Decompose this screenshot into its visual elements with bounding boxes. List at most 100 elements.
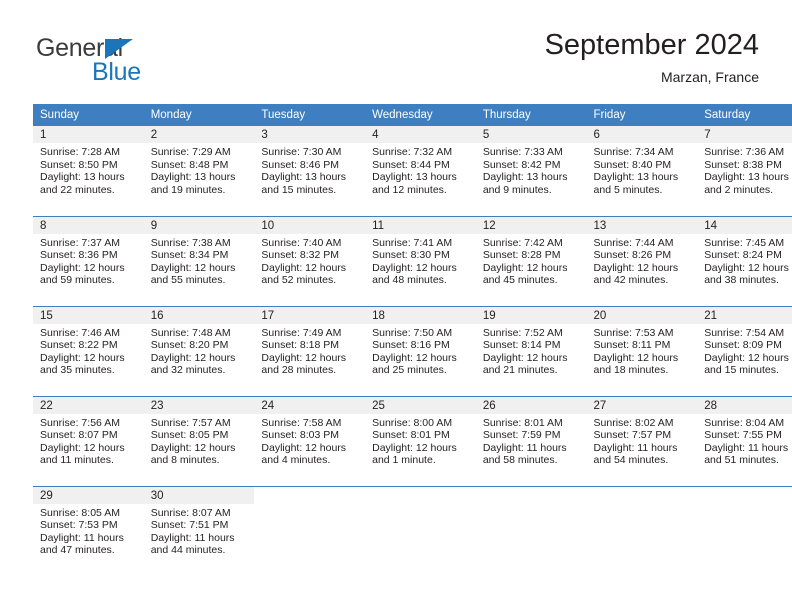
day-details: Sunrise: 7:29 AM Sunset: 8:48 PM Daylight:…: [144, 143, 255, 196]
sunrise-text: Sunrise: 7:41 AM: [372, 236, 453, 249]
daylight-text: Daylight: 12 hours and 21 minutes.: [482, 351, 568, 377]
day-number: 14: [697, 216, 792, 234]
calendar-week-row: 1 Sunrise: 7:28 AM Sunset: 8:50 PM Daylight…: [33, 126, 792, 216]
sunset-text: Sunset: 7:55 PM: [704, 429, 782, 442]
day-number: 24: [254, 396, 366, 414]
calendar-day-cell[interactable]: 28 Sunrise: 8:04 AM Sunset: 7:55 PM Dayligh…: [697, 395, 792, 486]
day-number: 5: [475, 126, 587, 143]
day-number: 3: [254, 126, 366, 143]
sunrise-text: Sunrise: 8:02 AM: [593, 416, 674, 429]
calendar-day-cell-empty: [365, 485, 476, 576]
sunset-text: Sunset: 8:42 PM: [482, 158, 561, 171]
day-number: 27: [586, 396, 698, 414]
calendar-day-cell[interactable]: 19 Sunrise: 7:52 AM Sunset: 8:14 PM Dayligh…: [475, 305, 587, 396]
day-number: 26: [475, 396, 587, 414]
day-details: Sunrise: 7:52 AM Sunset: 8:14 PM Daylight:…: [476, 324, 587, 377]
calendar-day-cell[interactable]: 21 Sunrise: 7:54 AM Sunset: 8:09 PM Dayligh…: [697, 305, 792, 396]
daylight-text: Daylight: 12 hours and 15 minutes.: [704, 351, 789, 377]
calendar-day-cell[interactable]: 10 Sunrise: 7:40 AM Sunset: 8:32 PM Dayligh…: [254, 215, 366, 306]
calendar-day-cell[interactable]: 1 Sunrise: 7:28 AM Sunset: 8:50 PM Daylight…: [33, 126, 144, 216]
triangle-icon: [105, 39, 133, 59]
calendar-table: Sunday Monday Tuesday Wednesday Thursday…: [33, 104, 792, 576]
sunrise-text: Sunrise: 7:30 AM: [261, 146, 342, 158]
calendar-day-cell[interactable]: 23 Sunrise: 7:57 AM Sunset: 8:05 PM Dayligh…: [143, 395, 255, 486]
calendar-day-cell[interactable]: 24 Sunrise: 7:58 AM Sunset: 8:03 PM Dayligh…: [254, 395, 366, 486]
day-number: 13: [586, 216, 698, 234]
calendar-day-cell[interactable]: 5 Sunrise: 7:33 AM Sunset: 8:42 PM Daylight…: [475, 126, 587, 216]
calendar-day-cell[interactable]: 15 Sunrise: 7:46 AM Sunset: 8:22 PM Dayligh…: [33, 305, 144, 396]
calendar-day-cell[interactable]: 4 Sunrise: 7:32 AM Sunset: 8:44 PM Daylight…: [365, 126, 476, 216]
calendar-day-cell[interactable]: 14 Sunrise: 7:45 AM Sunset: 8:24 PM Dayligh…: [697, 215, 792, 306]
calendar-day-cell[interactable]: 11 Sunrise: 7:41 AM Sunset: 8:30 PM Dayligh…: [365, 215, 476, 306]
calendar-day-cell[interactable]: 3 Sunrise: 7:30 AM Sunset: 8:46 PM Daylight…: [254, 126, 366, 216]
calendar-day-cell[interactable]: 26 Sunrise: 8:01 AM Sunset: 7:59 PM Dayligh…: [475, 395, 587, 486]
sunrise-text: Sunrise: 7:28 AM: [40, 146, 120, 158]
sunset-text: Sunset: 8:26 PM: [593, 249, 672, 262]
daylight-text: Daylight: 12 hours and 32 minutes.: [150, 351, 236, 377]
calendar-day-cell[interactable]: 17 Sunrise: 7:49 AM Sunset: 8:18 PM Dayligh…: [254, 305, 366, 396]
daylight-text: Daylight: 11 hours and 47 minutes.: [40, 531, 124, 557]
day-details: Sunrise: 7:57 AM Sunset: 8:05 PM Daylight:…: [144, 414, 255, 467]
calendar-day-cell[interactable]: 22 Sunrise: 7:56 AM Sunset: 8:07 PM Dayligh…: [33, 395, 144, 486]
calendar-day-cell[interactable]: 13 Sunrise: 7:44 AM Sunset: 8:26 PM Dayligh…: [586, 215, 698, 306]
calendar-day-cell[interactable]: 30 Sunrise: 8:07 AM Sunset: 7:51 PM Dayligh…: [143, 485, 255, 576]
calendar-day-cell-empty: [475, 485, 587, 576]
sunset-text: Sunset: 8:03 PM: [261, 429, 340, 442]
calendar-day-cell[interactable]: 25 Sunrise: 8:00 AM Sunset: 8:01 PM Dayligh…: [365, 395, 476, 486]
day-number: 12: [475, 216, 587, 234]
day-number: 19: [475, 306, 587, 324]
calendar-day-cell[interactable]: 20 Sunrise: 7:53 AM Sunset: 8:11 PM Dayligh…: [586, 305, 698, 396]
weekday-header-thursday: Thursday: [475, 104, 587, 126]
sunrise-text: Sunrise: 7:42 AM: [482, 236, 563, 249]
generalblue-logo[interactable]: General Blue: [33, 34, 233, 92]
calendar-day-cell[interactable]: 29 Sunrise: 8:05 AM Sunset: 7:53 PM Dayligh…: [33, 485, 144, 576]
daylight-text: Daylight: 12 hours and 25 minutes.: [372, 351, 457, 377]
daylight-text: Daylight: 11 hours and 51 minutes.: [704, 441, 789, 467]
day-details: Sunrise: 7:53 AM Sunset: 8:11 PM Daylight:…: [587, 324, 698, 377]
calendar-day-cell[interactable]: 27 Sunrise: 8:02 AM Sunset: 7:57 PM Dayligh…: [586, 395, 698, 486]
daylight-text: Daylight: 13 hours and 22 minutes.: [40, 171, 125, 196]
day-details: Sunrise: 7:40 AM Sunset: 8:32 PM Daylight:…: [254, 234, 365, 287]
daylight-text: Daylight: 12 hours and 48 minutes.: [372, 261, 457, 287]
day-number: 4: [365, 126, 476, 143]
daylight-text: Daylight: 12 hours and 45 minutes.: [482, 261, 568, 287]
calendar-day-cell[interactable]: 16 Sunrise: 7:48 AM Sunset: 8:20 PM Dayligh…: [143, 305, 255, 396]
calendar-day-cell[interactable]: 9 Sunrise: 7:38 AM Sunset: 8:34 PM Daylight…: [143, 215, 255, 306]
daylight-text: Daylight: 12 hours and 4 minutes.: [261, 441, 347, 467]
weekday-header-monday: Monday: [143, 104, 255, 126]
sunset-text: Sunset: 8:07 PM: [40, 429, 118, 442]
day-number: [476, 487, 587, 504]
sunset-text: Sunset: 7:57 PM: [593, 429, 672, 442]
sunrise-text: Sunrise: 7:32 AM: [372, 146, 453, 158]
sunset-text: Sunset: 8:32 PM: [261, 249, 340, 262]
day-details: Sunrise: 7:36 AM Sunset: 8:38 PM Daylight:…: [697, 143, 792, 196]
sunrise-text: Sunrise: 7:57 AM: [150, 416, 231, 429]
day-details: Sunrise: 7:48 AM Sunset: 8:20 PM Daylight:…: [144, 324, 255, 377]
weekday-header-wednesday: Wednesday: [365, 104, 476, 126]
daylight-text: Daylight: 12 hours and 59 minutes.: [40, 261, 125, 287]
sunrise-text: Sunrise: 7:33 AM: [482, 146, 563, 158]
sunset-text: Sunset: 7:59 PM: [482, 429, 561, 442]
calendar-day-cell[interactable]: 7 Sunrise: 7:36 AM Sunset: 8:38 PM Daylight…: [697, 126, 792, 216]
daylight-text: Daylight: 12 hours and 38 minutes.: [704, 261, 789, 287]
day-number: 2: [143, 126, 255, 143]
day-number: [587, 487, 698, 504]
calendar-day-cell[interactable]: 6 Sunrise: 7:34 AM Sunset: 8:40 PM Daylight…: [586, 126, 698, 216]
sunset-text: Sunset: 8:09 PM: [704, 339, 782, 352]
calendar-day-cell[interactable]: 2 Sunrise: 7:29 AM Sunset: 8:48 PM Daylight…: [143, 126, 255, 216]
sunrise-text: Sunrise: 8:07 AM: [150, 506, 231, 519]
sunset-text: Sunset: 8:01 PM: [372, 429, 450, 442]
day-details: Sunrise: 7:54 AM Sunset: 8:09 PM Daylight:…: [697, 324, 792, 377]
daylight-text: Daylight: 11 hours and 58 minutes.: [482, 441, 567, 467]
day-number: 18: [365, 306, 476, 324]
daylight-text: Daylight: 13 hours and 9 minutes.: [482, 171, 568, 196]
sunrise-text: Sunrise: 7:44 AM: [593, 236, 674, 249]
calendar-day-cell[interactable]: 12 Sunrise: 7:42 AM Sunset: 8:28 PM Dayligh…: [475, 215, 587, 306]
sunrise-text: Sunrise: 8:04 AM: [704, 416, 785, 429]
day-number: 20: [586, 306, 698, 324]
daylight-text: Daylight: 13 hours and 19 minutes.: [150, 171, 236, 196]
calendar-day-cell[interactable]: 8 Sunrise: 7:37 AM Sunset: 8:36 PM Daylight…: [33, 215, 144, 306]
sunrise-text: Sunrise: 8:05 AM: [40, 506, 120, 519]
sunrise-text: Sunrise: 7:52 AM: [482, 326, 563, 339]
calendar-day-cell[interactable]: 18 Sunrise: 7:50 AM Sunset: 8:16 PM Dayligh…: [365, 305, 476, 396]
